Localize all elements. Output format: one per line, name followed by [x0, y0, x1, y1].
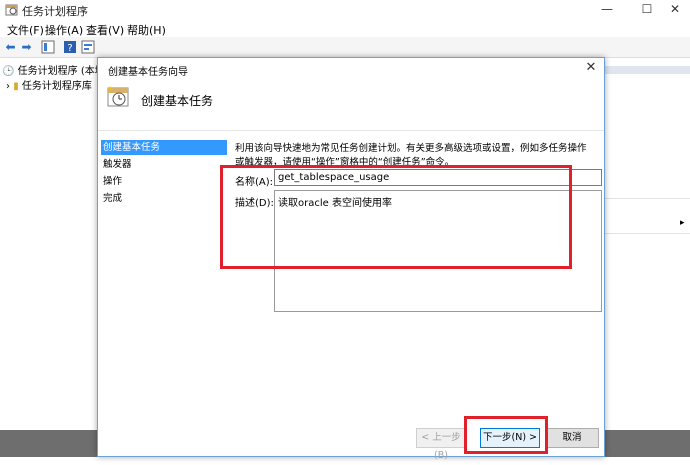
task-clock-icon — [107, 86, 129, 107]
dialog-header-title: 创建基本任务 — [141, 94, 214, 108]
tree-item-label: 任务计划程序库 — [21, 81, 92, 92]
highlight-box — [464, 416, 548, 454]
tree-item-local[interactable]: 🕒 任务计划程序 (本地) — [2, 62, 109, 77]
help-icon[interactable]: ? — [63, 40, 77, 54]
back-arrow-icon[interactable]: ⬅ — [3, 40, 18, 54]
minimize-button[interactable]: — — [592, 0, 622, 20]
svg-text:?: ? — [67, 43, 72, 54]
divider — [98, 130, 604, 131]
properties-icon[interactable] — [81, 40, 95, 54]
step-trigger[interactable]: 触发器 — [101, 157, 227, 172]
menu-help[interactable]: 帮助(H) — [127, 22, 166, 38]
window-title: 任务计划程序 — [22, 5, 88, 18]
step-create-task[interactable]: 创建基本任务 — [101, 140, 227, 155]
divider — [600, 233, 690, 234]
highlight-box — [220, 165, 572, 269]
folder-icon: ▮ — [13, 81, 19, 92]
actions-pane: ▸ — [600, 58, 690, 430]
menu-action[interactable]: 操作(A) — [45, 22, 83, 38]
dialog-close-button[interactable]: ✕ — [582, 60, 600, 76]
create-basic-task-dialog: 创建基本任务向导 ✕ 创建基本任务 创建基本任务 触发器 操作 完成 利用该向导… — [97, 57, 605, 461]
console-tree: 🕒 任务计划程序 (本地) › ▮ 任务计划程序库 — [0, 58, 109, 430]
console-tree-icon[interactable] — [41, 40, 55, 54]
title-bar — [0, 0, 690, 20]
tree-item-library[interactable]: › ▮ 任务计划程序库 — [6, 77, 92, 92]
back-button[interactable]: < 上一步(B) — [416, 428, 466, 461]
tree-item-label: 任务计划程序 (本地) — [17, 66, 109, 77]
task-scheduler-icon — [5, 4, 18, 16]
step-finish[interactable]: 完成 — [101, 191, 227, 206]
menu-file[interactable]: 文件(F) — [7, 22, 44, 38]
chevron-right-icon: › — [6, 81, 10, 92]
toolbar — [0, 37, 690, 58]
chevron-right-icon[interactable]: ▸ — [680, 218, 685, 228]
actions-header — [600, 66, 690, 74]
cancel-button[interactable]: 取消 — [545, 428, 599, 448]
forward-arrow-icon[interactable]: ➡ — [19, 40, 34, 54]
menu-view[interactable]: 查看(V) — [86, 22, 124, 38]
clock-icon: 🕒 — [2, 66, 15, 77]
dialog-title: 创建基本任务向导 — [108, 67, 188, 78]
wizard-steps: 创建基本任务 触发器 操作 完成 — [101, 140, 229, 440]
divider — [600, 198, 690, 199]
maximize-button[interactable]: ☐ — [632, 0, 662, 20]
step-action[interactable]: 操作 — [101, 174, 227, 189]
close-button[interactable]: ✕ — [660, 0, 690, 20]
